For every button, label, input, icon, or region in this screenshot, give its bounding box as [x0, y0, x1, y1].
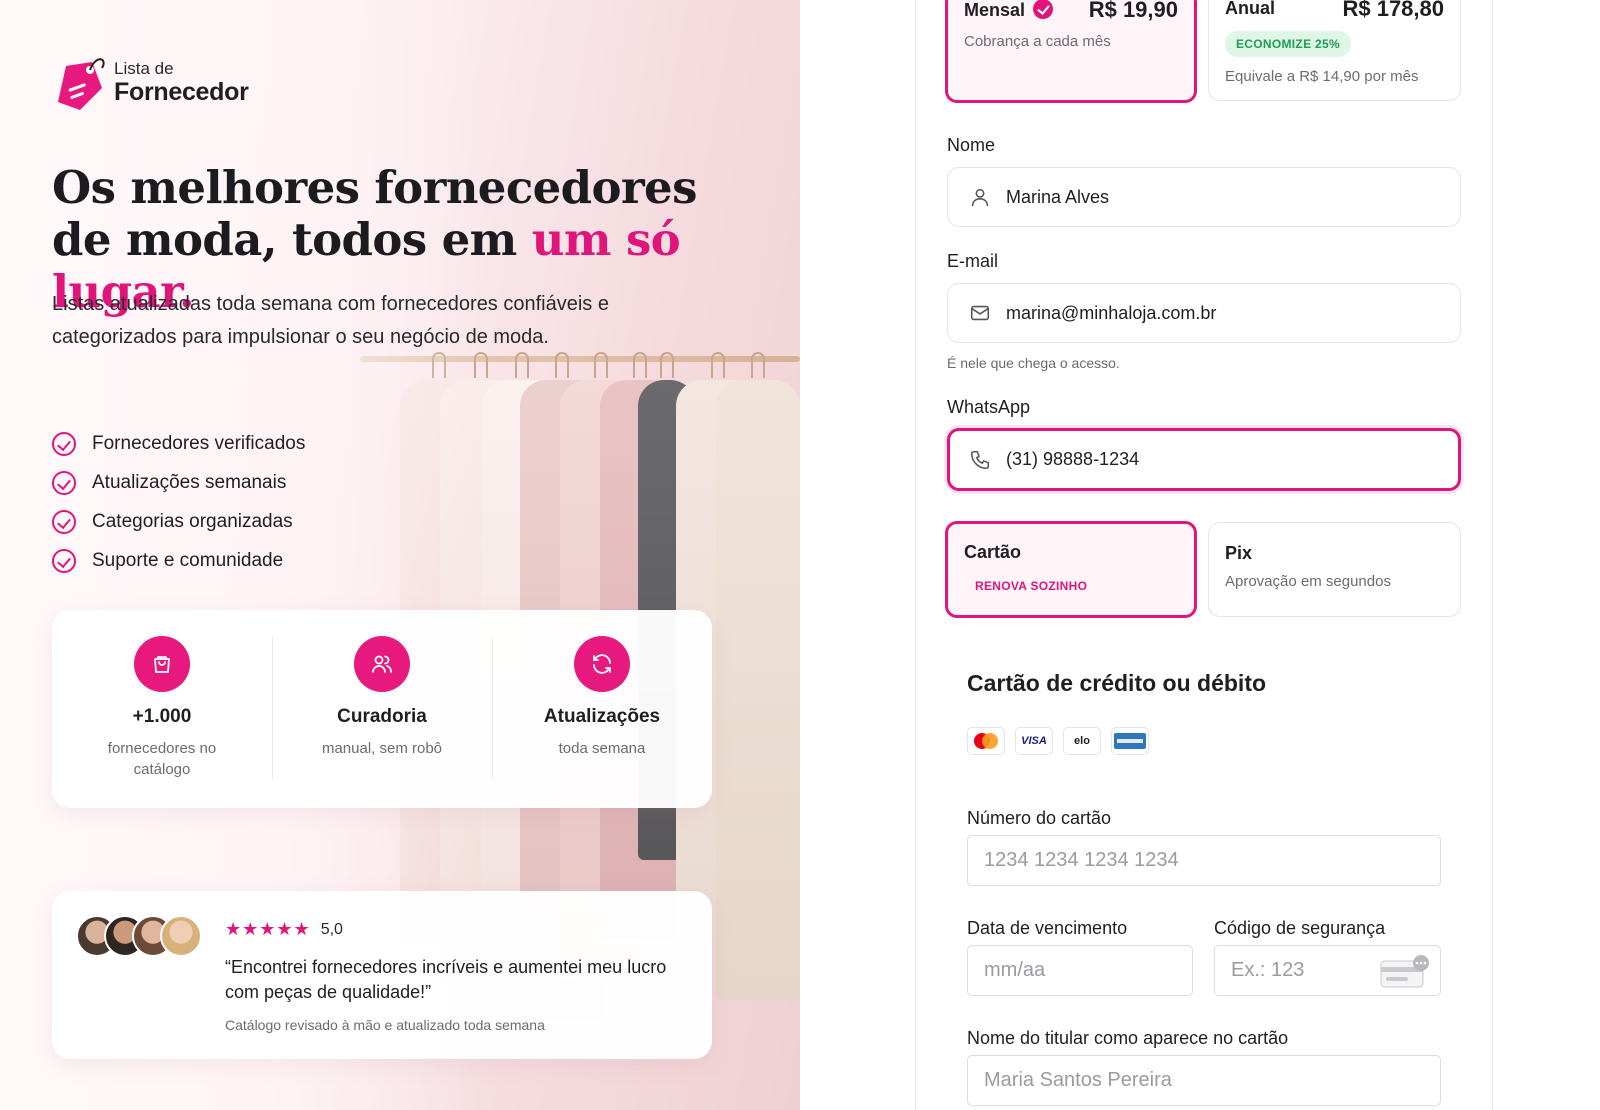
whatsapp-value: (31) 98888-1234 — [1006, 449, 1140, 469]
stat-title: +1.000 — [132, 706, 192, 727]
check-circle-icon — [52, 548, 76, 573]
plan-price: R$ 178,80 — [1342, 0, 1444, 21]
card-brands: VISA elo — [967, 727, 1149, 755]
plan-subtitle: Cobrança a cada mês — [964, 33, 1111, 50]
email-hint: É nele que chega o acesso. — [947, 355, 1120, 371]
payment-pix-option[interactable]: Pix Aprovação em segundos — [1208, 522, 1461, 617]
review-card: ★★★★★ 5,0 “Encontrei fornecedores incrív… — [52, 891, 712, 1059]
plan-subtitle: Equivale a R$ 14,90 por mês — [1225, 68, 1419, 85]
stat-title: Atualizações — [543, 706, 661, 727]
elo-icon: elo — [1063, 727, 1101, 755]
brand-line2: Fornecedor — [114, 78, 249, 106]
holder-label: Nome do titular como aparece no cartão — [967, 1028, 1289, 1048]
check-circle-icon — [52, 470, 76, 495]
plan-monthly-option[interactable]: Mensal R$ 19,90 Cobrança a cada mês — [945, 0, 1197, 103]
feature-label: Categorias organizadas — [92, 510, 293, 532]
avatar-group — [76, 915, 202, 957]
expiry-input[interactable]: mm/aa — [967, 945, 1193, 996]
check-circle-icon — [52, 431, 76, 456]
payment-subtitle: Aprovação em segundos — [1225, 573, 1391, 590]
stat-subtitle: fornecedores no catálogo — [107, 740, 217, 778]
shopping-bag-icon — [134, 636, 190, 692]
phone-icon — [968, 448, 992, 472]
renew-badge: RENOVA SOZINHO — [975, 579, 1088, 593]
review-quote: “Encontrei fornecedores incríveis e aume… — [225, 957, 667, 1002]
mastercard-icon — [967, 727, 1005, 755]
star-rating-icon: ★★★★★ — [225, 919, 311, 939]
payment-title: Pix — [1225, 543, 1253, 563]
feature-item: Categorias organizadas — [52, 502, 305, 541]
card-form-title: Cartão de crédito ou débito — [967, 670, 1267, 696]
hero-section: Lista de Fornecedor Os melhores forneced… — [0, 0, 800, 1110]
plan-yearly-option[interactable]: Anual R$ 178,80 ECONOMIZE 25% Equivale a… — [1208, 0, 1461, 101]
price-tag-logo-icon — [52, 52, 106, 114]
stat-subtitle: toda semana — [558, 740, 646, 757]
brand-line1: Lista de — [114, 59, 174, 78]
check-circle-icon — [52, 509, 76, 534]
selected-check-icon — [1033, 0, 1054, 19]
plan-title: Mensal — [964, 0, 1026, 20]
feature-label: Fornecedores verificados — [92, 432, 306, 454]
review-footer: Catálogo revisado à mão e atualizado tod… — [225, 1017, 545, 1033]
email-field[interactable]: marina@minhaloja.com.br — [947, 283, 1461, 343]
stat-title: Curadoria — [337, 706, 427, 727]
feature-item: Suporte e comunidade — [52, 541, 305, 580]
card-number-input[interactable]: 1234 1234 1234 1234 — [967, 835, 1441, 886]
payment-card-option[interactable]: Cartão RENOVA SOZINHO — [945, 521, 1197, 618]
feature-label: Suporte e comunidade — [92, 549, 284, 571]
stats-card: +1.000 fornecedores no catálogo Curadori… — [52, 610, 712, 808]
feature-label: Atualizações semanais — [92, 471, 287, 493]
avatar — [160, 915, 202, 957]
cvc-placeholder: Ex.: 123 — [1231, 959, 1305, 981]
stat-curation: Curadoria manual, sem robô — [272, 610, 492, 808]
expiry-label: Data de vencimento — [967, 918, 1128, 938]
mail-icon — [968, 301, 992, 325]
feature-item: Fornecedores verificados — [52, 424, 305, 463]
feature-list: Fornecedores verificados Atualizações se… — [52, 424, 305, 580]
card-number-label: Número do cartão — [967, 808, 1112, 828]
brand-logo[interactable]: Lista de Fornecedor — [52, 52, 249, 114]
cvc-input[interactable]: Ex.: 123 — [1214, 945, 1441, 996]
hero-subtitle: Listas atualizadas toda semana com forne… — [52, 293, 609, 348]
refresh-icon — [574, 636, 630, 692]
visa-icon: VISA — [1015, 727, 1053, 755]
plan-title: Anual — [1225, 0, 1276, 18]
user-icon — [968, 185, 992, 209]
name-label: Nome — [947, 135, 996, 155]
whatsapp-field[interactable]: (31) 98888-1234 — [947, 428, 1461, 491]
stat-subtitle: manual, sem robô — [321, 740, 443, 757]
name-field[interactable]: Marina Alves — [947, 167, 1461, 227]
feature-item: Atualizações semanais — [52, 463, 305, 502]
email-value: marina@minhaloja.com.br — [1006, 302, 1217, 323]
whatsapp-label: WhatsApp — [947, 397, 1031, 417]
amex-icon — [1111, 727, 1149, 755]
cvc-label: Código de segurança — [1214, 918, 1386, 938]
rating: ★★★★★ 5,0 — [225, 919, 343, 940]
plan-price: R$ 19,90 — [1088, 0, 1178, 22]
savings-badge: ECONOMIZE 25% — [1225, 31, 1351, 57]
name-value: Marina Alves — [1006, 186, 1110, 207]
stat-suppliers: +1.000 fornecedores no catálogo — [52, 610, 272, 808]
rating-value: 5,0 — [320, 920, 343, 938]
email-label: E-mail — [947, 251, 999, 271]
holder-input[interactable]: Maria Santos Pereira — [967, 1055, 1441, 1106]
card-cvc-icon — [1380, 955, 1430, 995]
stat-updates: Atualizações toda semana — [492, 610, 712, 808]
payment-title: Cartão — [964, 542, 1022, 562]
users-icon — [354, 636, 410, 692]
